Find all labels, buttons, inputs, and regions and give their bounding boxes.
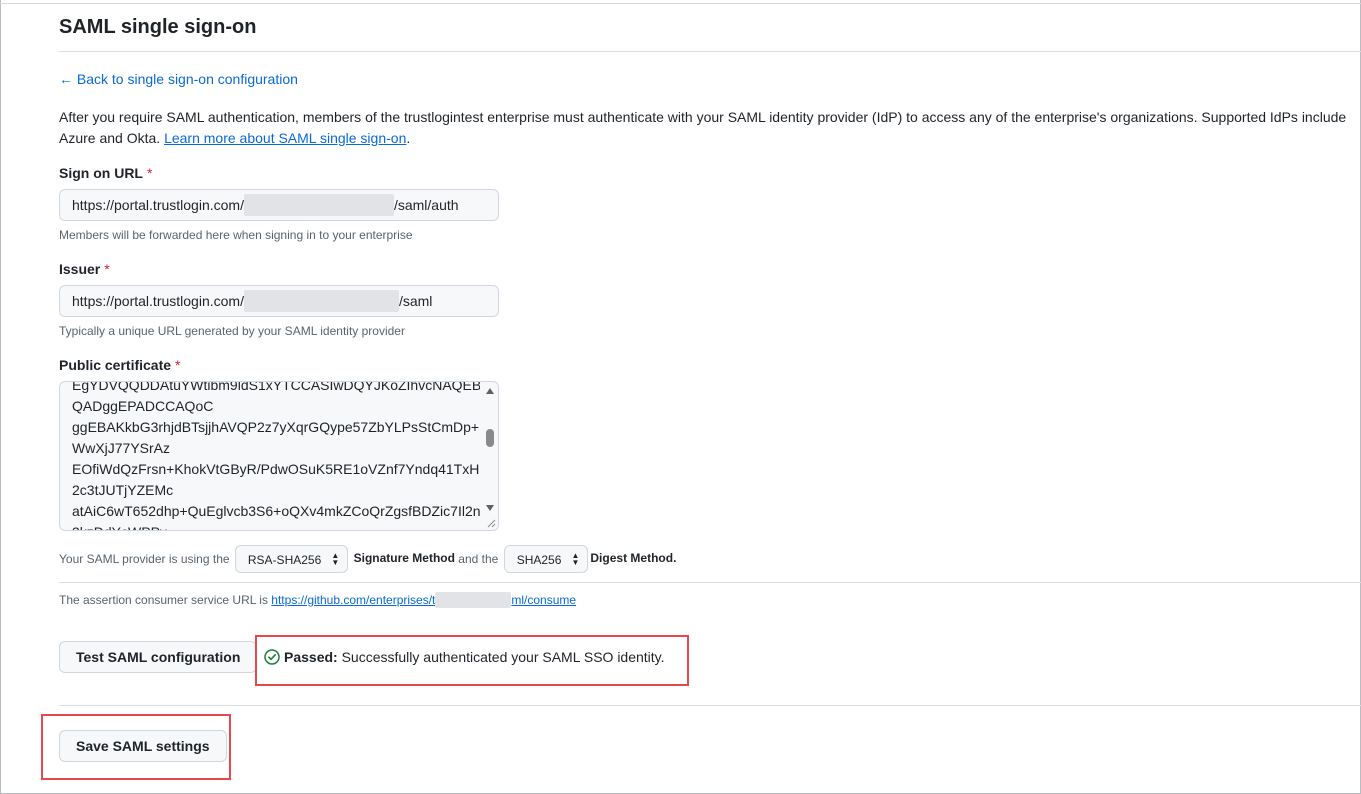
test-status-message: Passed: Successfully authenticated your … [264,649,665,665]
digest-text-end: . [673,551,677,566]
issuer-hint: Typically a unique URL generated by your… [59,324,405,338]
test-saml-configuration-button[interactable]: Test SAML configuration [59,641,258,673]
test-status-text: Successfully authenticated your SAML SSO… [337,649,665,665]
certificate-label-text: Public certificate [59,357,172,373]
digest-method-value: SHA256 [516,552,562,567]
redacted-segment [243,193,394,216]
sign-on-url-input[interactable]: https://portal.trustlogin.com/ /saml/auth [59,189,499,221]
resize-handle-icon[interactable] [486,518,496,528]
issuer-label: Issuer * [59,261,110,277]
description-end: . [406,130,411,146]
certificate-line: EgYDVQQDDAtuYWtibm9ldS1xYTCCASIwDQYJKoZI… [72,381,480,393]
signature-method-label: Signature Method [353,551,455,566]
signature-method-select[interactable]: RSA-SHA256 ▲ ▼ [234,545,349,573]
check-circle-icon [264,649,280,665]
save-divider [59,705,1361,706]
certificate-label: Public certificate * [59,357,181,373]
acs-url-prefix: https://github.com/enterprises/t [271,593,436,607]
select-caret-icon: ▲ ▼ [571,551,580,567]
saml-description: After you require SAML authentication, m… [59,107,1354,149]
certificate-textarea[interactable]: EgYDVQQDDAtuYWtibm9ldS1xYTCCASIwDQYJKoZI… [59,381,499,531]
certificate-line: ggEBAKkbG3rhjdBTsjjhAVQP2z7yXqrGQype57Zb… [72,419,480,435]
title-divider [59,51,1361,52]
certificate-line: QADggEPADCCAQoC [72,398,214,414]
acs-url-suffix: ml/consume [511,593,577,607]
issuer-prefix: https://portal.trustlogin.com/ [72,293,244,309]
required-mark: * [104,261,110,277]
signature-text-before: Your SAML provider is using the [59,552,230,566]
certificate-line: 2c3tJUTjYZEMc [72,482,174,498]
sign-on-url-prefix: https://portal.trustlogin.com/ [72,197,244,213]
sign-on-url-suffix: /saml/auth [393,197,459,213]
digest-method-select[interactable]: SHA256 ▲ ▼ [503,545,589,573]
acs-url-text: The assertion consumer service URL is ht… [59,591,577,608]
certificate-line: 3kzDdYcWPPy [72,522,480,530]
redacted-segment [243,289,399,312]
top-border [0,3,1361,4]
issuer-suffix: /saml [398,293,433,309]
acs-url-link[interactable]: https://github.com/enterprises/t ml/consu… [271,591,577,608]
scrollbar-thumb[interactable] [486,429,494,447]
certificate-line: WwXjJ77YSrAz [72,440,171,456]
certificate-text: EgYDVQQDDAtuYWtibm9ldS1xYTCCASIwDQYJKoZI… [72,381,480,530]
certificate-line: atAiC6wT652dhp+QuEglvcb3S6+oQXv4mkZCoQrZ… [72,503,480,519]
scroll-up-arrow-icon[interactable] [486,388,494,394]
scroll-down-arrow-icon[interactable] [486,505,494,511]
test-status-label: Passed: [284,649,338,665]
sign-on-url-hint: Members will be forwarded here when sign… [59,228,413,242]
redacted-segment [435,591,512,608]
issuer-input[interactable]: https://portal.trustlogin.com/ /saml [59,285,499,317]
signature-method-row: Your SAML provider is using the RSA-SHA2… [59,545,676,575]
signature-method-value: RSA-SHA256 [247,552,322,567]
signature-text-middle: and the [458,552,499,566]
learn-more-link[interactable]: Learn more about SAML single sign-on [164,130,406,146]
sign-on-url-label: Sign on URL * [59,165,152,181]
back-to-sso-link[interactable]: ← Back to single sign-on configuration [59,71,298,87]
issuer-label-text: Issuer [59,261,101,277]
certificate-line: EOfiWdQzFrsn+KhokVtGByR/PdwOSuK5RE1oVZnf… [72,461,480,477]
required-mark: * [175,357,181,373]
page-title: SAML single sign-on [59,16,257,38]
save-saml-settings-button[interactable]: Save SAML settings [59,730,227,762]
sign-on-url-label-text: Sign on URL [59,165,143,181]
certificate-scrollbar[interactable] [483,383,497,515]
section-divider [59,582,1361,583]
digest-method-label: Digest Method [590,551,674,566]
select-caret-icon: ▲ ▼ [331,551,340,567]
acs-label: The assertion consumer service URL is [59,593,272,607]
required-mark: * [147,165,153,181]
